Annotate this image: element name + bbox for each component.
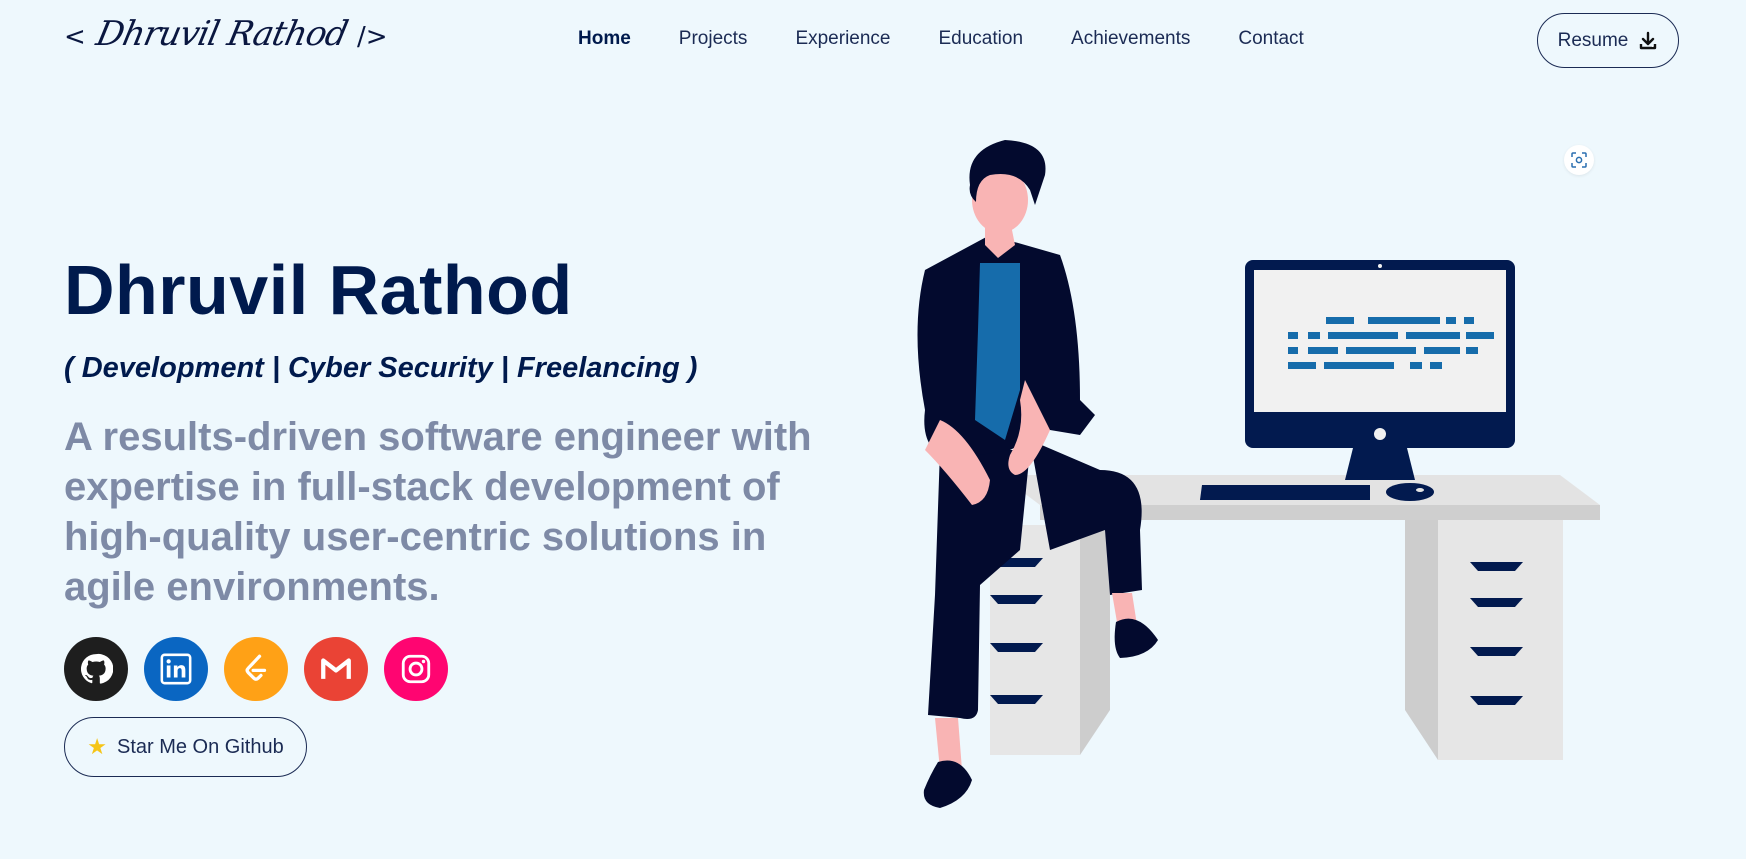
star-github-label: Star Me On Github — [116, 735, 284, 758]
nav-item-contact[interactable]: Contact — [1238, 28, 1303, 50]
logo-close-bracket: /> — [356, 22, 388, 52]
nav-item-experience[interactable]: Experience — [795, 28, 890, 50]
github-link[interactable] — [64, 637, 128, 701]
resume-button-label: Resume — [1557, 29, 1629, 51]
gmail-icon — [321, 658, 351, 679]
leetcode-icon — [245, 654, 267, 681]
navbar: < Dhruvil Rathod /> Home Projects Experi… — [0, 0, 1746, 84]
logo-signature: Dhruvil Rathod — [92, 14, 351, 54]
hero-name: Dhruvil Rathod — [64, 251, 573, 329]
logo[interactable]: < Dhruvil Rathod /> — [64, 14, 388, 54]
nav-menu: Home Projects Experience Education Achie… — [578, 28, 1304, 50]
linkedin-icon — [160, 653, 192, 685]
developer-desk-illustration — [917, 140, 1600, 808]
instagram-icon — [401, 654, 431, 684]
gmail-link[interactable] — [304, 637, 368, 701]
download-icon — [1640, 31, 1657, 49]
nav-item-achievements[interactable]: Achievements — [1071, 28, 1190, 50]
hero-bio: A results-driven software engineer with … — [64, 415, 812, 609]
hero-tagline: ( Development | Cyber Security | Freelan… — [64, 352, 698, 384]
social-links — [64, 637, 448, 701]
logo-open-bracket: < — [64, 22, 86, 52]
resume-button[interactable]: Resume — [1537, 13, 1679, 68]
instagram-link[interactable] — [384, 637, 448, 701]
leetcode-link[interactable] — [224, 637, 288, 701]
star-github-button[interactable]: ★ Star Me On Github — [64, 717, 307, 777]
linkedin-link[interactable] — [144, 637, 208, 701]
nav-item-projects[interactable]: Projects — [679, 28, 748, 50]
star-icon: ★ — [87, 734, 107, 759]
nav-item-education[interactable]: Education — [939, 28, 1024, 50]
nav-item-home[interactable]: Home — [578, 28, 631, 50]
github-icon — [80, 653, 113, 684]
